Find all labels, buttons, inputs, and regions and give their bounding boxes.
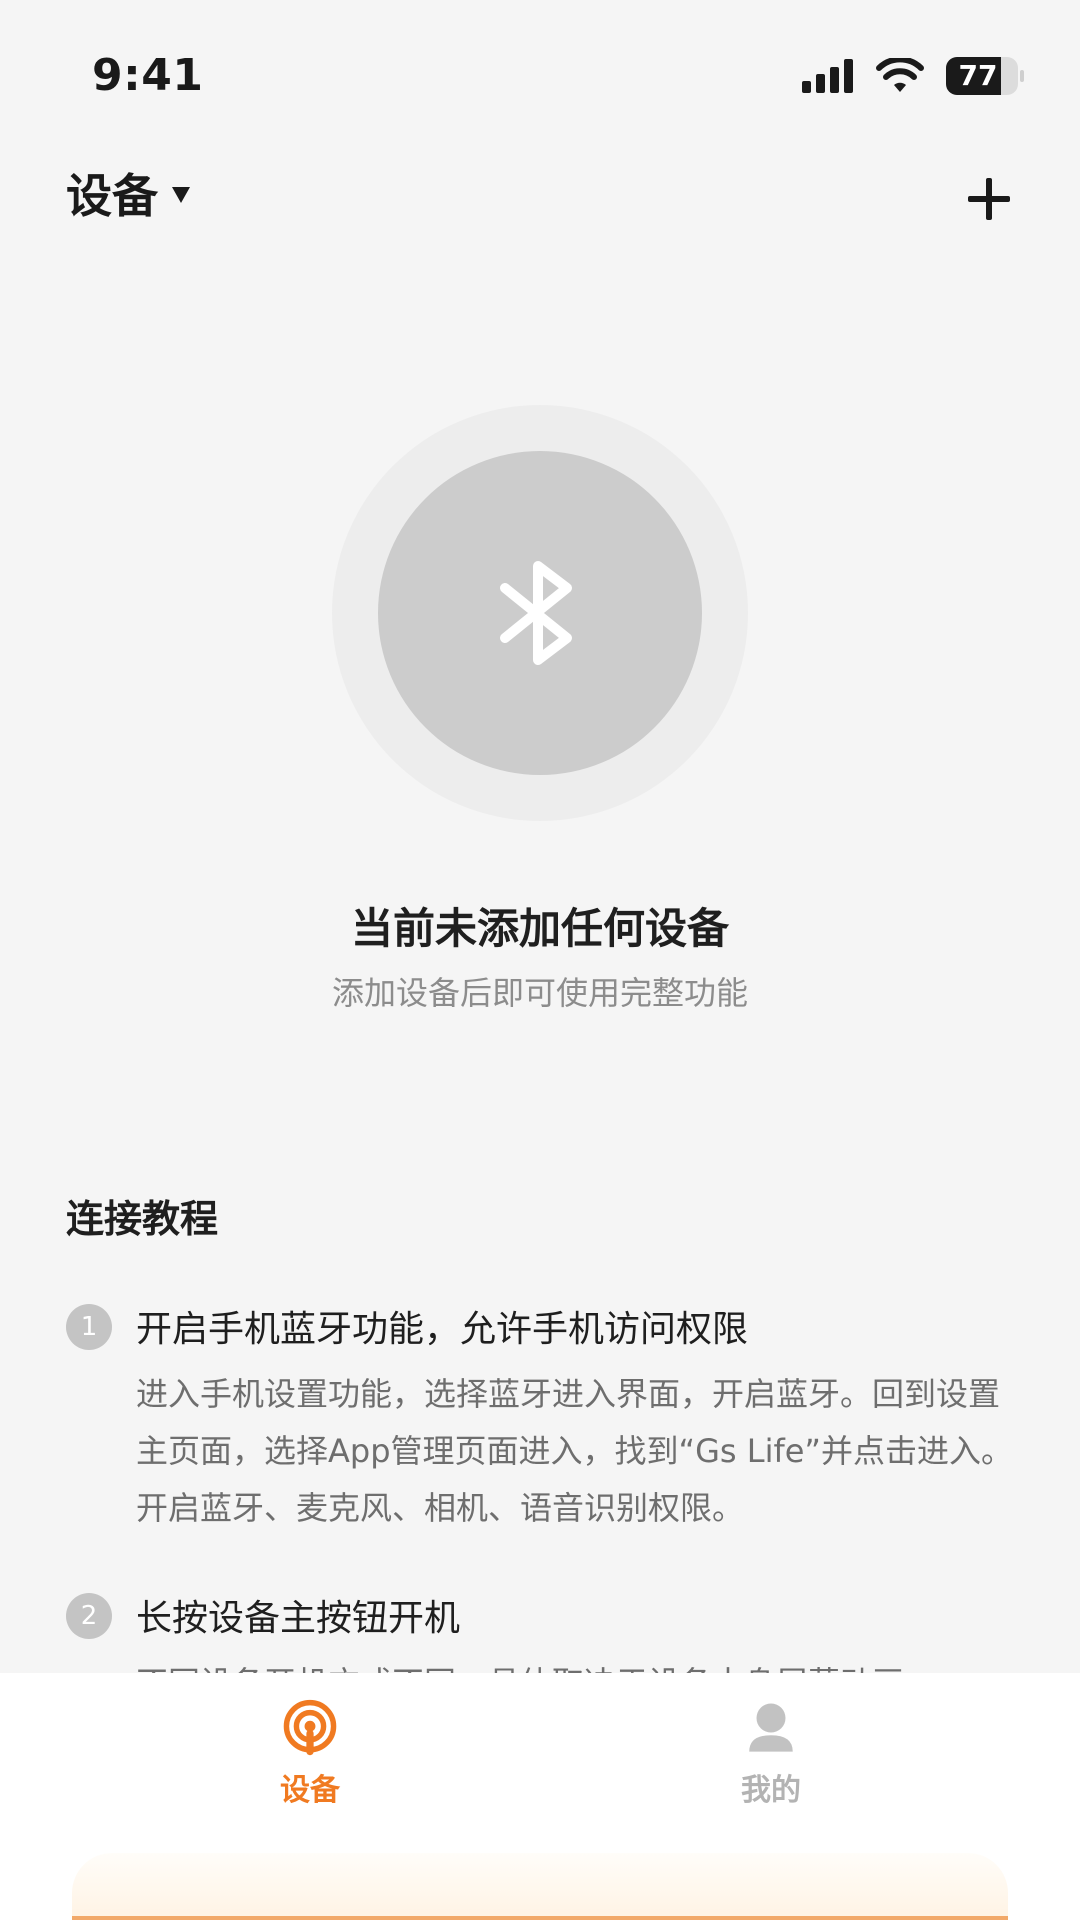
header: 设备 xyxy=(0,150,1080,240)
status-time: 9:41 xyxy=(92,50,204,101)
status-icons: 77 xyxy=(802,54,1024,98)
bluetooth-illustration xyxy=(332,405,748,821)
tab-label: 我的 xyxy=(741,1773,801,1808)
battery-level: 77 xyxy=(958,59,998,92)
step-number-badge: 2 xyxy=(66,1593,112,1639)
tutorial-heading: 连接教程 xyxy=(66,1197,219,1241)
plus-icon xyxy=(968,178,1010,220)
device-selector[interactable]: 设备 xyxy=(66,160,190,226)
bluetooth-icon xyxy=(500,561,572,665)
home-indicator xyxy=(72,1916,1008,1920)
add-device-button[interactable] xyxy=(954,164,1024,234)
step-title: 长按设备主按钮开机 xyxy=(136,1598,461,1639)
step-title: 开启手机蓝牙功能，允许手机访问权限 xyxy=(136,1309,749,1350)
battery-icon: 77 xyxy=(946,57,1024,95)
caret-down-icon xyxy=(172,187,190,203)
home-indicator-area xyxy=(72,1853,1008,1920)
empty-state-subtitle: 添加设备后即可使用完整功能 xyxy=(331,974,748,1012)
tab-devices[interactable]: 设备 xyxy=(210,1699,410,1809)
page-title: 设备 xyxy=(66,169,158,223)
bottom-tab-bar: 设备 我的 xyxy=(0,1673,1080,1920)
person-icon xyxy=(749,1703,793,1752)
step-number-badge: 1 xyxy=(66,1304,112,1350)
empty-state-title: 当前未添加任何设备 xyxy=(350,904,729,953)
status-bar: 9:41 77 xyxy=(0,0,1080,150)
wifi-icon xyxy=(876,58,924,94)
step-description: 进入手机设置功能，选择蓝牙进入界面，开启蓝牙。回到设置主页面，选择App管理页面… xyxy=(136,1375,1013,1527)
bluetooth-circle xyxy=(378,451,702,775)
device-signal-icon xyxy=(283,1699,337,1756)
signal-icon xyxy=(802,59,854,93)
tab-label: 设备 xyxy=(280,1773,340,1808)
tab-mine[interactable]: 我的 xyxy=(671,1699,871,1809)
